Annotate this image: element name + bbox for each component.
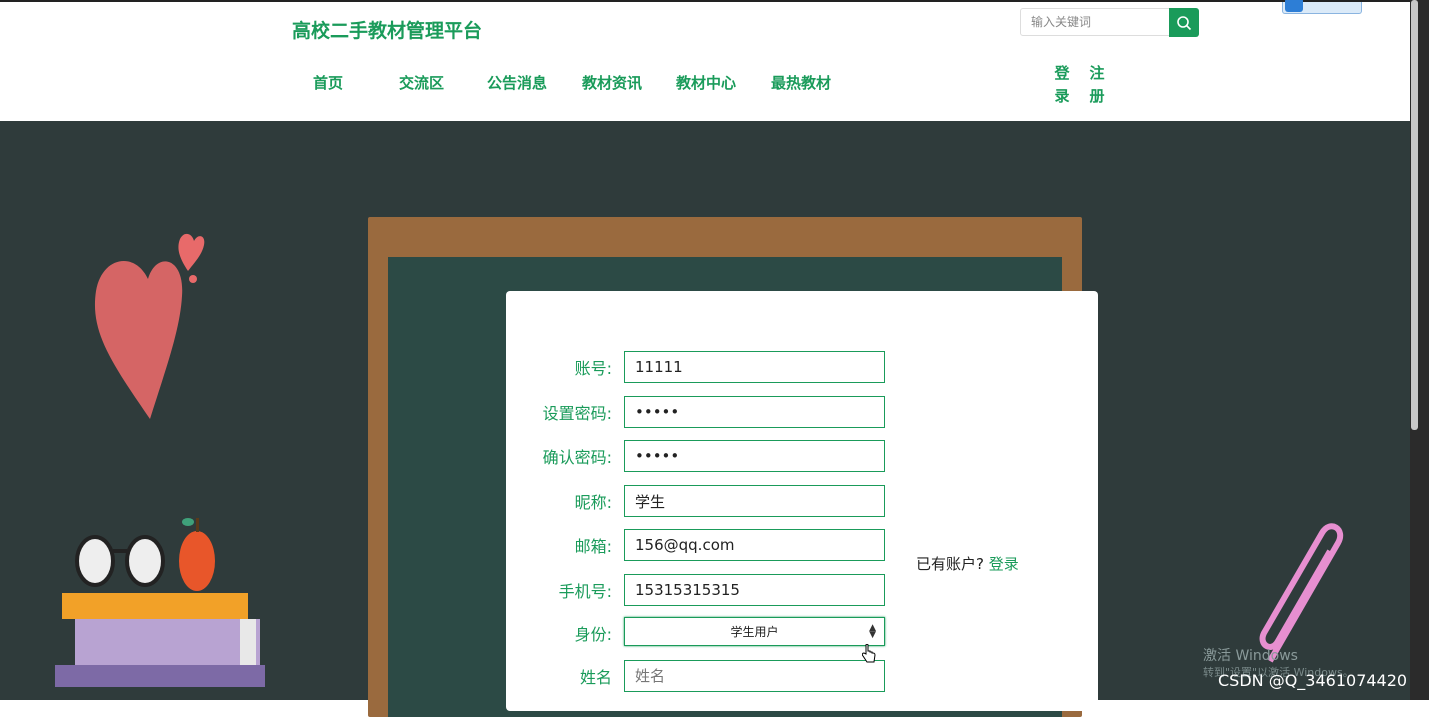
scrollbar-thumb[interactable] [1411,0,1418,430]
heart-decoration-icon [94,233,205,419]
identity-row: 身份: 学生用户 ▲ ▼ [506,617,1098,649]
search-button[interactable] [1169,8,1199,37]
site-title[interactable]: 高校二手教材管理平台 [292,16,482,43]
name-label: 姓名 [579,668,612,687]
floating-badge[interactable] [1282,0,1362,14]
nav-home[interactable]: 首页 [313,72,343,93]
phone-input[interactable] [624,574,885,606]
nav-textbook-news[interactable]: 教材资讯 [582,72,642,93]
confirm-password-label: 确认密码: [542,448,612,467]
password-row: 设置密码: [506,396,1098,428]
login-link[interactable]: 登录 [1054,62,1070,108]
search-input[interactable] [1021,9,1169,35]
account-row: 账号: [506,351,1098,383]
nav-forum[interactable]: 交流区 [399,72,444,93]
books-decoration-icon [55,518,265,687]
email-input[interactable] [624,529,885,561]
email-label: 邮箱: [574,537,612,556]
csdn-credit: CSDN @Q_3461074420 [1218,671,1408,690]
phone-label: 手机号: [558,582,612,601]
app-icon [1285,0,1303,12]
nav-hot-textbooks[interactable]: 最热教材 [771,72,831,93]
nav-announcements[interactable]: 公告消息 [487,72,547,93]
register-link[interactable]: 注册 [1089,62,1105,108]
identity-selected-value: 学生用户 [730,625,779,639]
name-input[interactable] [624,660,885,692]
nav-textbook-center[interactable]: 教材中心 [676,72,736,93]
nickname-label: 昵称: [574,493,612,512]
register-form: 账号: 设置密码: 确认密码: 昵称: 邮箱: 手机号: 身份: 学生用户 ▲▼… [506,291,1098,711]
name-row: 姓名 [506,660,1098,692]
password-input[interactable] [624,396,885,428]
scrollbar[interactable] [1410,0,1429,700]
password-label: 设置密码: [542,404,612,423]
have-account-label: 已有账户? [916,555,984,573]
account-label: 账号: [574,359,612,378]
confirm-password-input[interactable] [624,440,885,472]
phone-row: 手机号: [506,574,1098,606]
site-header: 高校二手教材管理平台 首页 交流区 公告消息 教材资讯 教材中心 最热教材 登录… [0,0,1410,121]
nickname-row: 昵称: [506,485,1098,517]
identity-label: 身份: [574,625,612,644]
confirm-password-row: 确认密码: [506,440,1098,472]
have-account-text: 已有账户? 登录 [916,553,1019,574]
form-login-link[interactable]: 登录 [989,555,1019,573]
search-icon [1177,15,1192,30]
search-box [1020,8,1170,36]
hand-cursor-icon [862,644,876,663]
select-arrows-icon: ▲ ▼ [869,623,876,640]
account-input[interactable] [624,351,885,383]
identity-select[interactable]: 学生用户 ▲ ▼ [624,617,885,646]
nickname-input[interactable] [624,485,885,517]
activate-windows-watermark: 激活 Windows [1203,648,1298,664]
